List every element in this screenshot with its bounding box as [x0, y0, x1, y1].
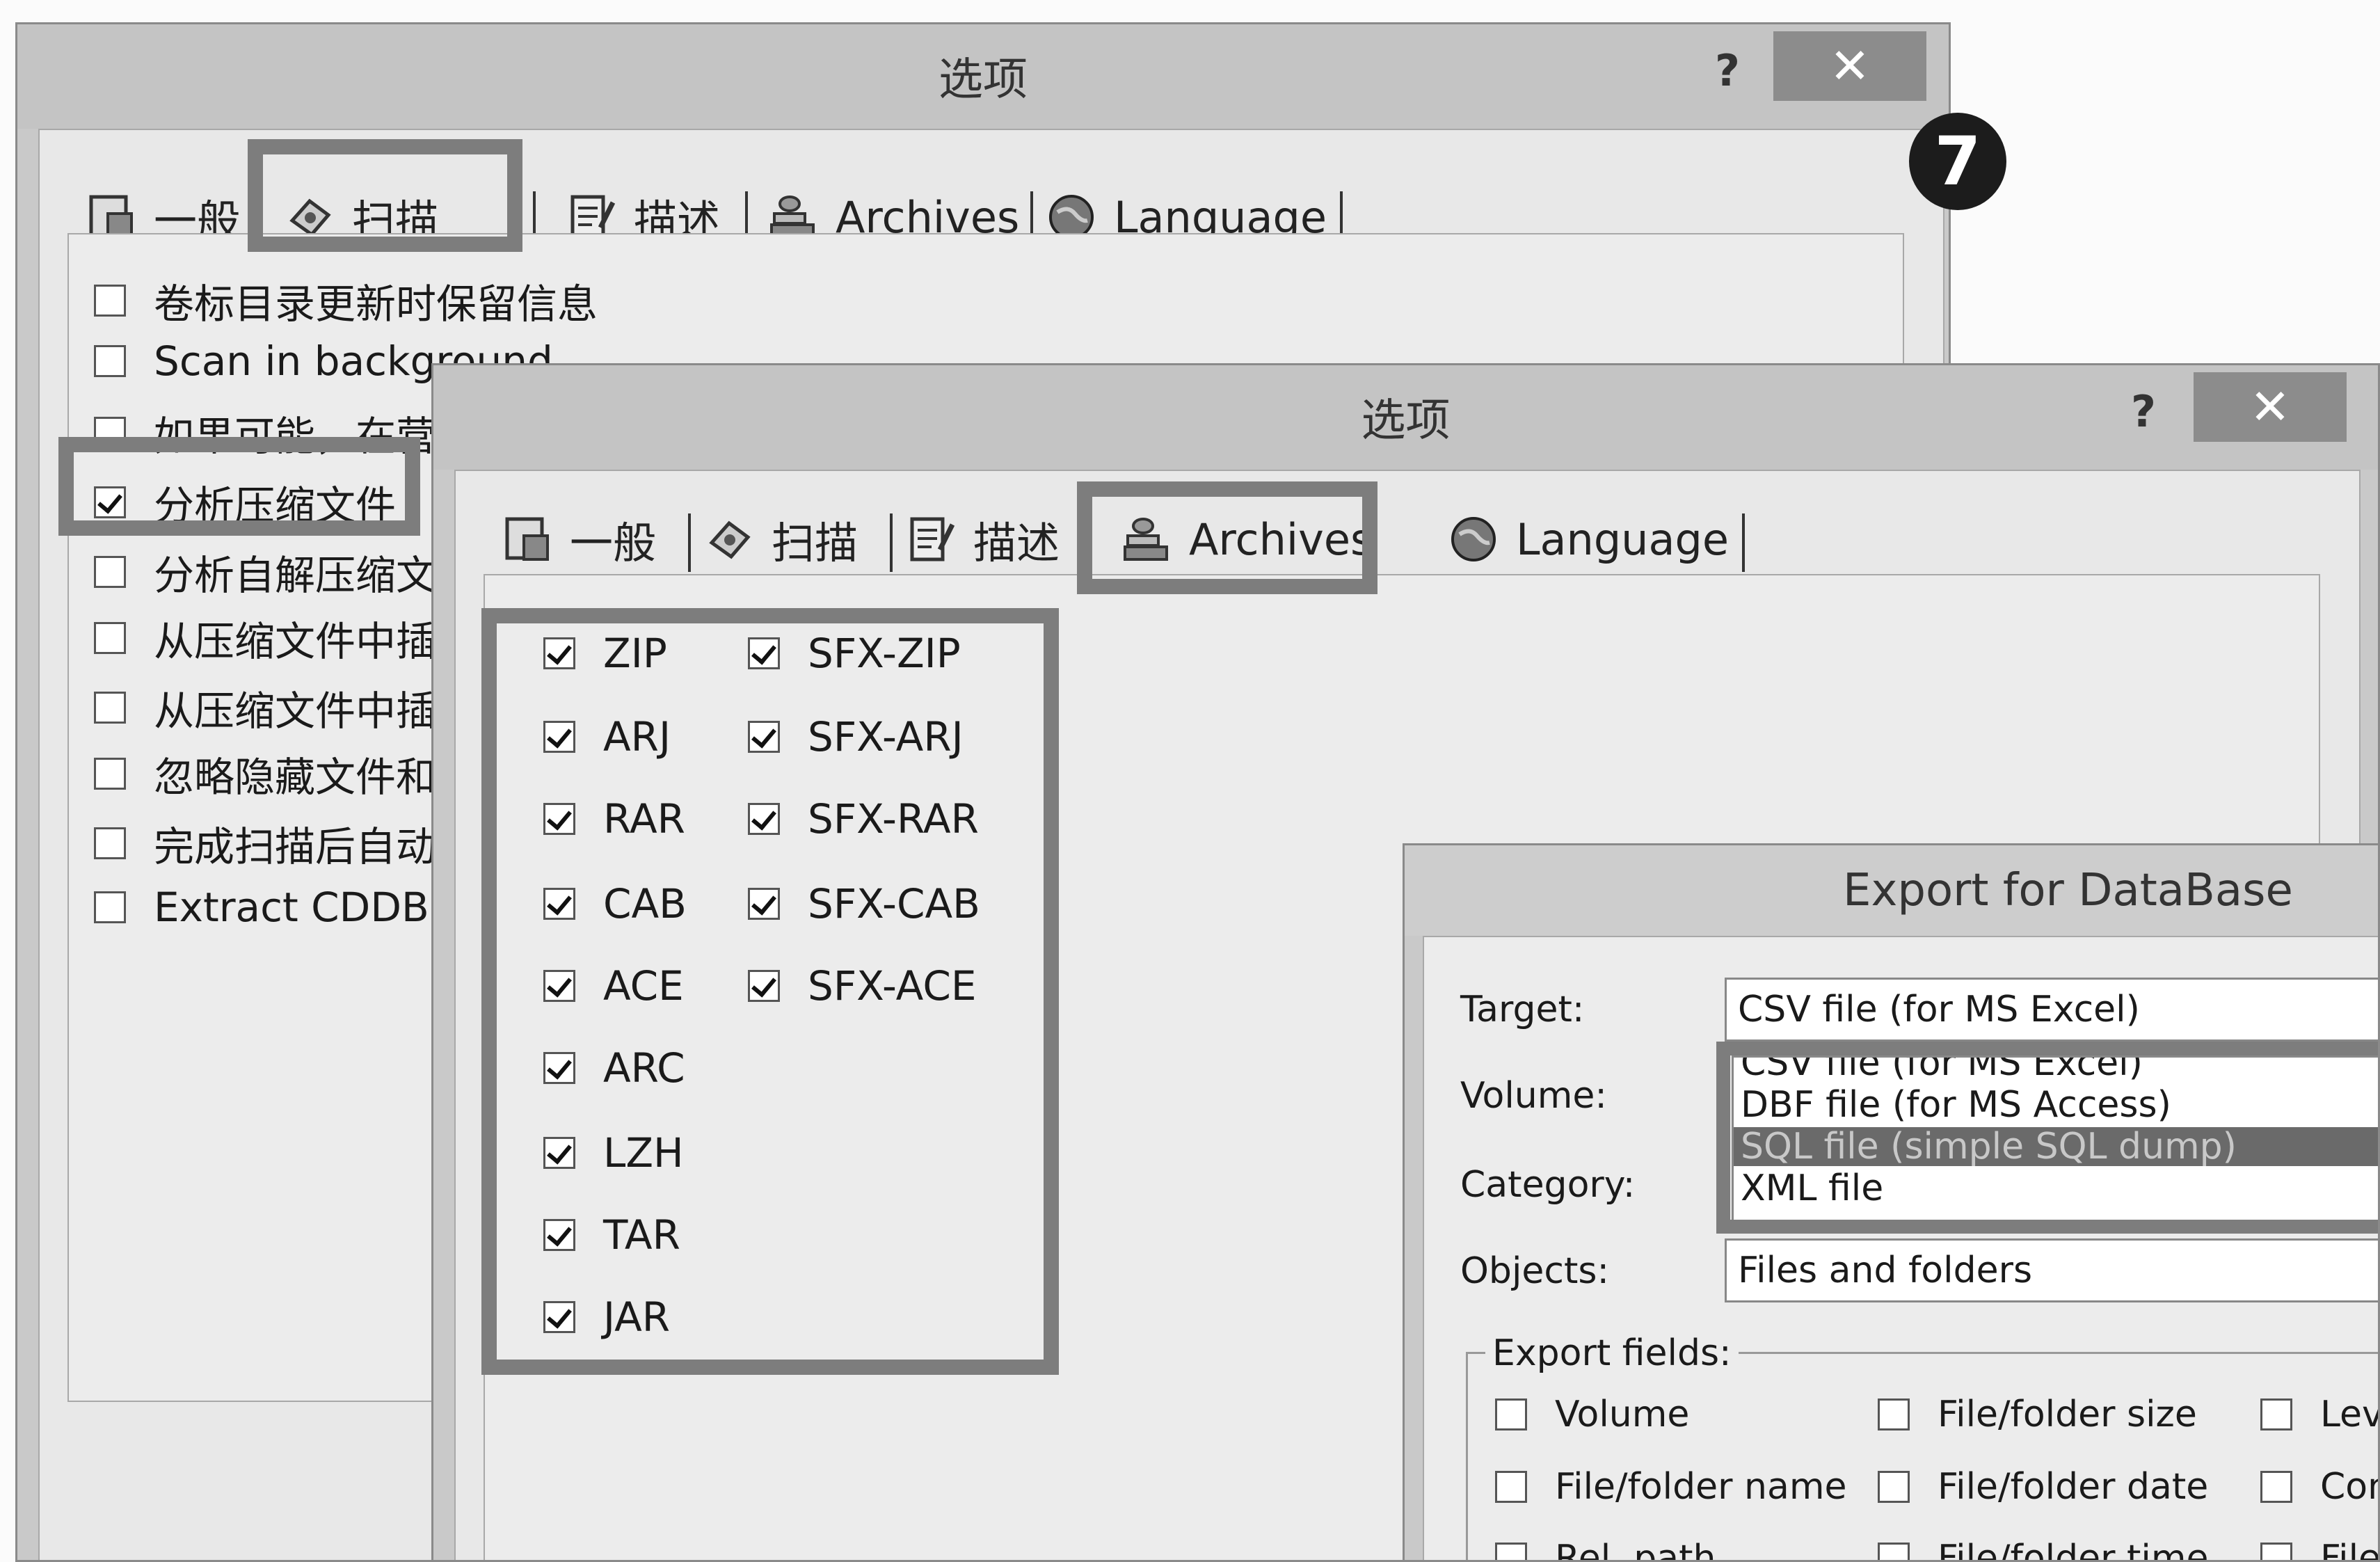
highlight-format-list — [1716, 1042, 2378, 1234]
tab-scan[interactable]: 扫描 — [705, 501, 893, 577]
dialog-title: Export for DataBase — [1843, 865, 2293, 916]
tab-language[interactable]: Language — [1449, 501, 1745, 577]
checkbox[interactable] — [94, 285, 126, 317]
field-label: File/folder time — [1938, 1538, 2209, 1562]
dialog-title: 选项 — [1361, 395, 1451, 447]
tab-scan-label: 扫描 — [772, 518, 858, 568]
help-button[interactable]: ? — [2131, 386, 2156, 437]
field-option[interactable]: Rel. path — [1495, 1538, 1716, 1562]
field-option[interactable]: Leve — [2260, 1394, 2378, 1435]
option-row[interactable]: 卷标目录更新时保留信息 — [94, 271, 598, 330]
highlight-tab-scan — [248, 139, 522, 252]
close-button[interactable]: ✕ — [2194, 372, 2347, 442]
field-label: Rel. path — [1555, 1538, 1716, 1562]
category-label: Category: — [1460, 1164, 1636, 1206]
checkbox[interactable] — [94, 758, 126, 790]
option-label: 从压缩文件中插 — [154, 687, 437, 735]
field-label: File — [2320, 1538, 2380, 1562]
option-row[interactable]: 从压缩文件中插 — [94, 678, 436, 737]
export-fields-label: Export fields: — [1485, 1332, 1739, 1374]
field-option[interactable]: File/folder name — [1495, 1466, 1846, 1508]
general-icon — [505, 517, 549, 561]
option-label: 分析自解压缩文 — [154, 552, 437, 599]
field-label: Leve — [2320, 1394, 2378, 1435]
checkbox[interactable] — [1878, 1471, 1910, 1503]
checkbox[interactable] — [94, 345, 126, 377]
option-label: 卷标目录更新时保留信息 — [154, 280, 598, 328]
tab-separator — [1742, 513, 1745, 572]
target-label: Target: — [1460, 989, 1585, 1030]
dialog-title: 选项 — [939, 54, 1028, 106]
checkbox[interactable] — [94, 891, 126, 923]
title-bar: Export for DataBase — [1405, 845, 2378, 936]
checkbox[interactable] — [2260, 1398, 2292, 1430]
field-option[interactable]: File — [2260, 1538, 2380, 1562]
field-option[interactable]: Com — [2260, 1466, 2378, 1508]
checkbox[interactable] — [1495, 1471, 1527, 1503]
tab-description-label: 描述 — [973, 518, 1060, 568]
checkbox[interactable] — [2260, 1471, 2292, 1503]
help-button[interactable]: ? — [1715, 45, 1740, 96]
field-label: File/folder name — [1555, 1466, 1847, 1508]
tab-language-label: Language — [1516, 513, 1729, 565]
highlight-archive-types — [481, 608, 1059, 1375]
title-bar: 选项 ? ✕ — [433, 365, 2378, 470]
field-option[interactable]: File/folder time — [1878, 1538, 2209, 1562]
field-option[interactable]: Volume — [1495, 1394, 1689, 1435]
checkbox[interactable] — [1495, 1398, 1527, 1430]
field-option[interactable]: File/folder date — [1878, 1466, 2208, 1508]
tab-description[interactable]: 描述 — [907, 501, 1087, 577]
field-label: File/folder size — [1938, 1394, 2197, 1435]
step-badge: 7 — [1909, 113, 2006, 210]
field-label: Volume — [1555, 1394, 1690, 1435]
option-row[interactable]: 分析自解压缩文 — [94, 543, 436, 601]
title-bar: 选项 ? ✕ — [17, 24, 1949, 129]
checkbox[interactable] — [94, 556, 126, 588]
tab-separator — [688, 513, 691, 572]
field-label: File/folder date — [1938, 1466, 2209, 1508]
checkbox[interactable] — [1878, 1543, 1910, 1560]
checkbox[interactable] — [94, 827, 126, 859]
target-select[interactable]: CSV file (for MS Excel) — [1725, 978, 2378, 1042]
tab-general-label: 一般 — [570, 518, 657, 568]
highlight-tab-archives — [1077, 481, 1377, 594]
scan-disc-icon — [709, 520, 751, 559]
objects-select[interactable]: Files and folders — [1725, 1238, 2378, 1302]
option-label: 完成扫描后自动 — [154, 823, 437, 870]
notepad-icon — [910, 517, 955, 561]
checkbox[interactable] — [94, 692, 126, 724]
field-option[interactable]: File/folder size — [1878, 1394, 2197, 1435]
highlight-analyze-archives — [58, 437, 420, 536]
option-row[interactable]: 忽略隐藏文件和 — [94, 744, 436, 803]
export-fields-group — [1466, 1352, 2378, 1560]
close-button[interactable]: ✕ — [1773, 31, 1926, 101]
option-label: 忽略隐藏文件和 — [154, 754, 437, 801]
tab-separator — [890, 513, 893, 572]
checkbox[interactable] — [94, 622, 126, 654]
checkbox[interactable] — [1878, 1398, 1910, 1430]
field-label: Com — [2320, 1466, 2378, 1508]
checkbox[interactable] — [1495, 1543, 1527, 1560]
option-row[interactable]: 从压缩文件中插 — [94, 609, 436, 667]
volume-label: Volume: — [1460, 1075, 1607, 1117]
option-label: 从压缩文件中插 — [154, 618, 437, 665]
export-database-dialog: Export for DataBase Target: CSV file (fo… — [1403, 843, 2380, 1562]
checkbox[interactable] — [2260, 1543, 2292, 1560]
globe-icon — [1451, 517, 1496, 561]
tab-general[interactable]: 一般 — [503, 501, 691, 577]
objects-label: Objects: — [1460, 1250, 1609, 1292]
option-row[interactable]: 完成扫描后自动 — [94, 814, 436, 872]
